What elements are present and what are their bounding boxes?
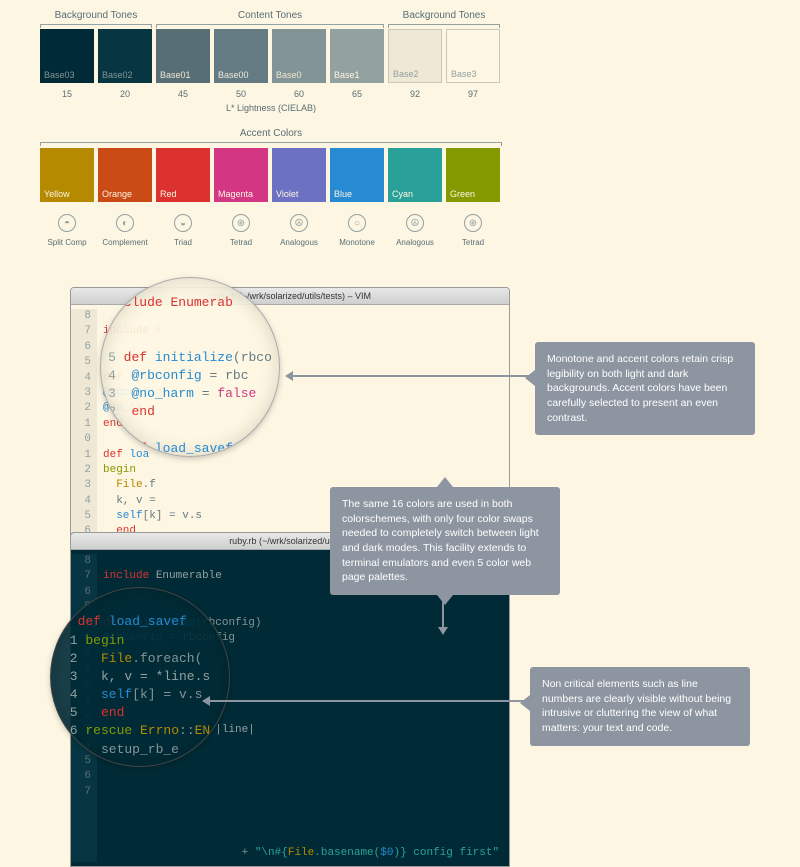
lightness-value: 15 (40, 89, 94, 99)
lightness-value: 97 (446, 89, 500, 99)
relation-split-comp: ◓Split Comp (40, 214, 94, 247)
callout-legibility: Monotone and accent colors retain crisp … (535, 342, 755, 435)
relation-icon: ⊕ (232, 214, 250, 232)
swatch-orange: Orange (98, 148, 152, 202)
lightness-axis-label: L* Lightness (CIELAB) (98, 103, 444, 113)
relation-tetrad: ⊕Tetrad (446, 214, 500, 247)
section-label: Background Tones (40, 10, 152, 25)
callout-arrow-3 (210, 700, 530, 702)
swatch-base0: Base0 (272, 29, 326, 83)
relation-analogous: ☮Analogous (272, 214, 326, 247)
relation-icon: ☮ (406, 214, 424, 232)
swatch-base01: Base01 (156, 29, 210, 83)
swatch-green: Green (446, 148, 500, 202)
relation-monotone: ○Monotone (330, 214, 384, 247)
relation-icon: ◒ (174, 214, 192, 232)
accent-colors-section: Accent Colors YellowOrangeRedMagentaViol… (40, 128, 760, 247)
swatch-base1: Base1 (330, 29, 384, 83)
magnifier-dark: def load_savef 1 begin 2 File.foreach( 3… (50, 587, 230, 767)
swatch-yellow: Yellow (40, 148, 94, 202)
relation-tetrad: ⊕Tetrad (214, 214, 268, 247)
lightness-value: 50 (214, 89, 268, 99)
base-tones-section: Background Tones Content Tones Background … (40, 10, 760, 113)
swatch-base00: Base00 (214, 29, 268, 83)
base-tones-swatches: Base03Base02Base01Base00Base0Base1Base2B… (40, 29, 760, 83)
lightness-value: 92 (388, 89, 442, 99)
callout-arrow-1 (293, 375, 535, 377)
swatch-base2: Base2 (388, 29, 442, 83)
swatch-base03: Base03 (40, 29, 94, 83)
lightness-value: 45 (156, 89, 210, 99)
section-label: Background Tones (388, 10, 500, 25)
swatch-base3: Base3 (446, 29, 500, 83)
relation-icon: ◐ (116, 214, 134, 232)
callout-color-swap: The same 16 colors are used in both colo… (330, 487, 560, 595)
lightness-value: 65 (330, 89, 384, 99)
relation-triad: ◒Triad (156, 214, 210, 247)
relation-icon: ◓ (58, 214, 76, 232)
demo-area: ruby.rb (~/wrk/solarized/utils/tests) – … (40, 287, 760, 777)
relation-icon: ○ (348, 214, 366, 232)
swatch-base02: Base02 (98, 29, 152, 83)
lightness-value: 20 (98, 89, 152, 99)
swatch-red: Red (156, 148, 210, 202)
magnifier-light: nclude Enumerab 5 def initialize(rbco 4 … (100, 277, 280, 457)
lightness-value: 60 (272, 89, 326, 99)
relation-complement: ◐Complement (98, 214, 152, 247)
section-label: Content Tones (156, 10, 384, 25)
relation-analogous: ☮Analogous (388, 214, 442, 247)
swatch-violet: Violet (272, 148, 326, 202)
swatch-cyan: Cyan (388, 148, 442, 202)
callout-line-numbers: Non critical elements such as line numbe… (530, 667, 750, 746)
accent-header: Accent Colors (40, 128, 502, 143)
swatch-magenta: Magenta (214, 148, 268, 202)
swatch-blue: Blue (330, 148, 384, 202)
relation-icon: ☮ (290, 214, 308, 232)
accent-swatches: YellowOrangeRedMagentaVioletBlueCyanGree… (40, 148, 760, 202)
relation-icon: ⊕ (464, 214, 482, 232)
